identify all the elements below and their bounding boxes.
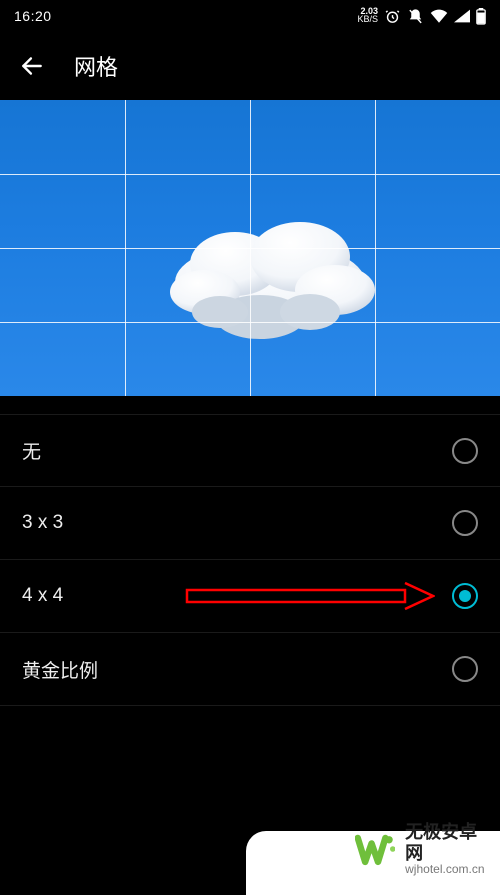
option-label: 黄金比例 [22,656,98,683]
status-bar: 16:20 2.03 KB/S [0,0,500,32]
status-icons: 2.03 KB/S [357,8,486,25]
grid-overlay [0,100,500,396]
signal-icon [454,9,470,23]
watermark-title: 无极安卓网 [405,822,488,863]
wifi-icon [430,9,448,23]
radio-icon [452,510,478,536]
option-label: 3 x 3 [22,512,63,534]
grid-options-list: 无 3 x 3 4 x 4 黄金比例 [0,414,500,706]
grid-preview [0,100,500,396]
watermark-url: wjhotel.com.cn [405,863,488,877]
status-time: 16:20 [14,8,52,24]
back-button[interactable] [18,52,46,80]
option-label: 无 [22,437,41,464]
arrow-left-icon [19,53,45,79]
radio-icon [452,583,478,609]
page-title: 网格 [74,50,118,82]
radio-icon [452,656,478,682]
app-header: 网格 [0,32,500,100]
alarm-icon [384,8,401,25]
option-3x3[interactable]: 3 x 3 [0,487,500,560]
battery-icon [476,8,486,25]
option-4x4[interactable]: 4 x 4 [0,560,500,633]
option-golden-ratio[interactable]: 黄金比例 [0,633,500,706]
option-label: 4 x 4 [22,585,63,607]
radio-icon [452,438,478,464]
watermark-logo-icon [355,829,396,869]
annotation-arrow-icon [185,581,435,611]
option-none[interactable]: 无 [0,414,500,487]
network-speed: 2.03 KB/S [357,8,378,23]
dnd-icon [407,8,424,25]
